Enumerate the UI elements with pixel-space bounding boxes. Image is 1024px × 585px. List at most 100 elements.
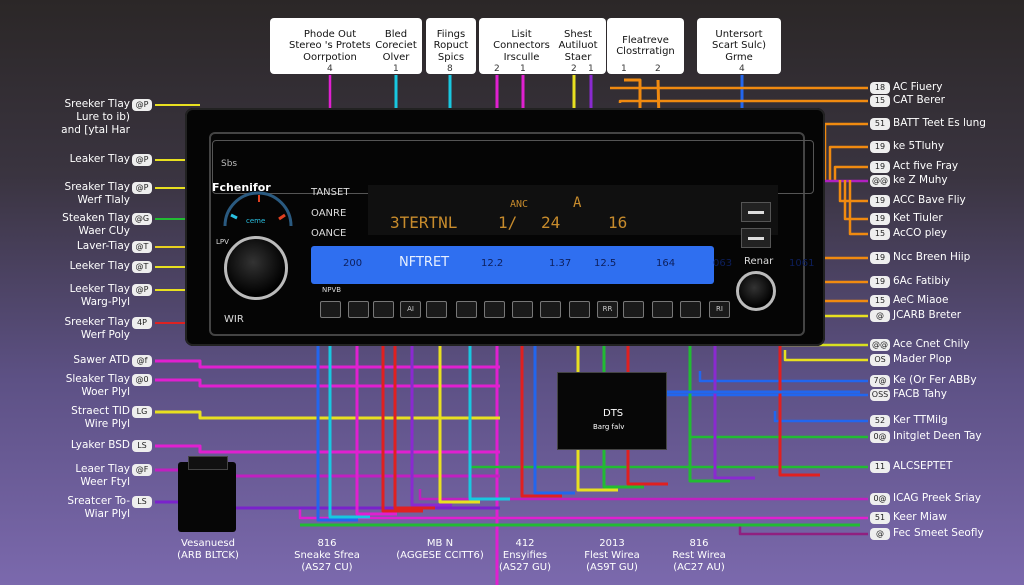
right-wire-label: JCARB Breter [893,309,962,321]
label-line: Werf Poly [80,329,130,341]
preset-button[interactable] [348,301,369,318]
pin-badge: LS [132,440,152,452]
label-line: Werf Tlaly [77,194,130,206]
wire [698,371,868,383]
display-main-text: 1/ [498,213,518,232]
bottom-wire-label: 2013 Flest Wirea (AS9T GU) [584,538,640,574]
pin-badge: 0@ [870,493,890,505]
pin-number: 1 [621,64,627,74]
right-wire-label: AC Fiuery [893,81,943,93]
preset-button[interactable] [540,301,561,318]
preset-button[interactable]: RI [709,301,730,318]
pin-number: 2 [571,64,577,74]
pin-number: 1 [520,64,526,74]
preset-button[interactable] [373,301,394,318]
label-line: Steaken Tlay [62,212,130,224]
connector-box-line: Clostrratign [616,46,675,57]
wire [155,410,500,420]
label-line: 2013 [599,538,625,549]
right-wire-label: Fec Smeet Seofly [893,527,984,539]
label-line: Ensyifies [502,550,548,561]
left-wire-label: Laver-Tiay [77,240,130,253]
label-line: Wiar Plyl [84,508,130,520]
label-line: (AS27 GU) [499,562,551,573]
preset-button[interactable] [652,301,673,318]
preset-button[interactable] [680,301,701,318]
preset-button[interactable]: AI [400,301,421,318]
wire [155,378,500,388]
bottom-wire-label: 816 Sneake Sfrea (AS27 CU) [294,538,360,574]
station-name: NFTRET [399,255,450,270]
preset-button[interactable] [484,301,505,318]
connector-box-line: Bled [384,28,408,40]
preset-button[interactable] [456,301,477,318]
left-wire-label: Sreeker Tlay Lure to ib) and [ytal Har [61,98,130,137]
preset-button[interactable] [569,301,590,318]
connector-box-line: Scart Sulc) [711,40,767,52]
right-wire-label: Act five Fray [893,160,959,172]
connector-box-line: Fleatreve [622,34,669,46]
pin-badge: @T [132,241,152,253]
right-wire-label: Ace Cnet Chily [893,338,970,350]
frequency-value: 063 [713,258,733,269]
bottom-wire-label: Vesanuesd (ARB BLTCK) [177,538,239,562]
eject-button[interactable] [741,202,771,222]
pin-badge: 19 [870,276,890,288]
preset-button[interactable] [426,301,447,318]
label-line: Leaer Tlay [75,463,130,475]
right-wire-label: Mader Plop [893,353,952,365]
pin-badge: OS [870,354,890,366]
pin-badge: @T [132,261,152,273]
pin-badge: @G [132,213,152,225]
right-wire-label: Ke (Or Fer ABBy [893,374,977,386]
frequency-value: 164 [656,258,676,269]
left-wire-label: Leaker Tlay [70,153,130,166]
left-wire-label: Straect TID Wire Plyl [71,405,130,431]
right-wire-label: BATT Teet Es lung [893,117,986,129]
tuning-knob[interactable] [736,271,776,311]
preset-button[interactable]: RR [597,301,618,318]
wire [155,359,500,369]
label-line: Leeker Tlay [69,260,130,272]
label-line: Woer Plyl [81,386,130,398]
display-top-text: ANC [510,199,529,210]
module-caption: Barg falv [593,423,625,431]
pin-badge: LG [132,406,152,418]
menu-item[interactable]: OANRE [311,208,346,219]
pin-badge: 15 [870,295,890,307]
pin-badge: 18 [870,82,890,94]
label-line: (AS27 CU) [301,562,353,573]
pin-badge: 7@ [870,375,890,387]
label-line: Sreatcer To- [67,495,130,507]
right-wire-label: Initglet Deen Tay [893,430,982,442]
pin-badge: @@ [870,175,890,187]
label-line: and [ytal Har [61,124,130,136]
volume-knob[interactable] [224,236,288,300]
pin-badge: OSS [870,389,890,401]
menu-item[interactable]: OANCE [311,228,346,239]
bottom-wire-label: MB N (AGGESE CCITT6) [396,538,483,562]
label-line: Sreeker Tlay [64,316,130,328]
mode-button[interactable] [741,228,771,248]
left-wire-label: Steaken Tlay Waer CUy [62,212,130,238]
connector-box-line: Ropuct [433,40,469,52]
wire [773,411,868,423]
menu-item[interactable]: TANSET [311,187,349,198]
pin-badge: 15 [870,95,890,107]
label-line: 816 [689,538,709,549]
connector-box-line: Fiings [436,28,466,40]
pin-badge: 4P [132,317,152,329]
amplifier-module: DTS Barg falv [557,372,667,450]
preset-button[interactable] [623,301,644,318]
connector-box-line: Autiluot [558,40,598,52]
pin-badge: @P [132,284,152,296]
preset-button[interactable] [512,301,533,318]
label-line: Sneake Sfrea [294,550,360,561]
pin-badge: 11 [870,461,890,473]
label-line: (AS9T GU) [586,562,638,573]
left-wire-label: Sleaker Tlay Woer Plyl [66,373,130,399]
right-wire-label: FACB Tahy [893,388,947,400]
label-line: Warg-Plyl [80,296,130,308]
preset-button[interactable] [320,301,341,318]
left-wire-label: Sreaker Tlay Werf Tlaly [65,181,130,207]
